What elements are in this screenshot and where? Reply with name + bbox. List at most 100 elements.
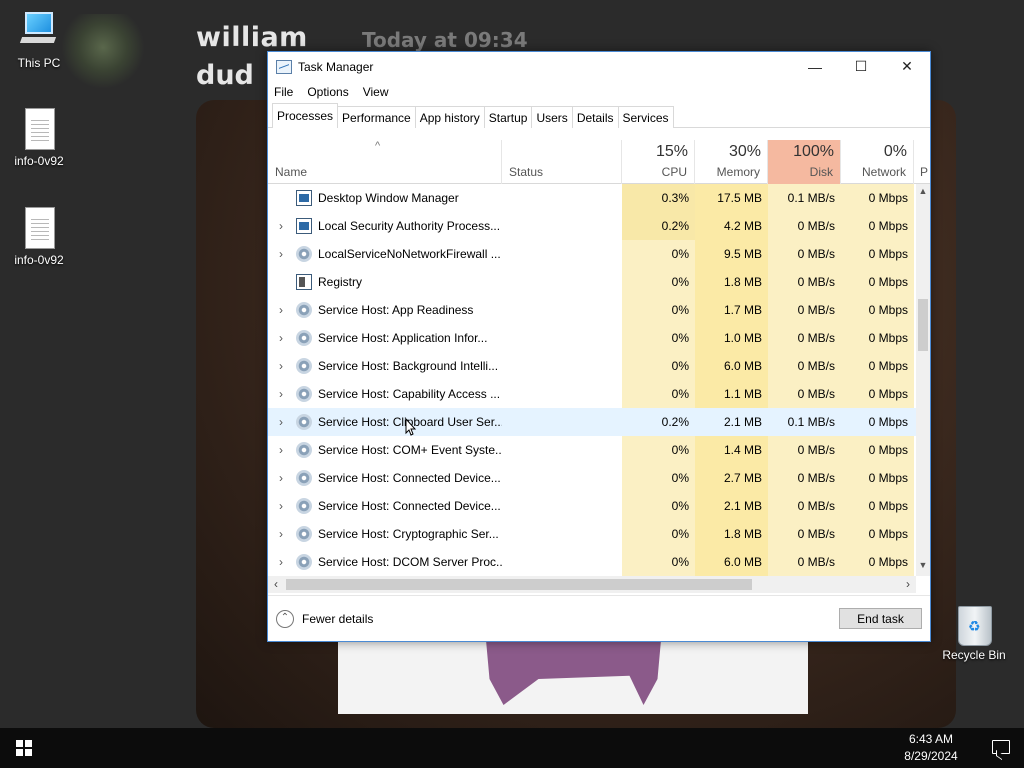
process-network: 0 Mbps: [868, 415, 908, 429]
table-row[interactable]: › Service Host: Cryptographic Ser... 0% 1.8…: [268, 520, 916, 548]
chevron-right-icon[interactable]: ›: [274, 296, 288, 324]
process-network: 0 Mbps: [841, 212, 914, 240]
table-row[interactable]: › Service Host: App Readiness 0% 1.7 MB 0 MB…: [268, 296, 916, 324]
process-memory: 1.4 MB: [695, 436, 768, 464]
menu-view[interactable]: View: [363, 85, 389, 99]
column-header-network[interactable]: 0% Network: [841, 140, 914, 184]
chat-username: william: [196, 22, 308, 53]
desktop-icon-file[interactable]: info-0v92: [2, 108, 76, 168]
scroll-left-icon[interactable]: ‹: [268, 576, 284, 593]
chevron-right-icon[interactable]: ›: [274, 324, 288, 352]
chevron-right-icon[interactable]: ›: [274, 352, 288, 380]
table-row[interactable]: Registry 0% 1.8 MB 0 MB/s 0 Mbps: [268, 268, 916, 296]
process-cpu: 0%: [622, 268, 695, 296]
gear-icon: [296, 470, 312, 486]
window-icon: [296, 190, 312, 206]
process-memory: 2.1 MB: [695, 492, 768, 520]
tab-processes[interactable]: Processes: [272, 103, 339, 128]
process-name: Registry: [318, 275, 363, 289]
column-header-power[interactable]: P: [914, 140, 930, 184]
process-name: Service Host: Connected Device...: [318, 471, 501, 485]
gear-icon: [296, 358, 312, 374]
chevron-right-icon[interactable]: ›: [274, 212, 288, 240]
title-bar[interactable]: Task Manager — ☐ ✕: [268, 52, 930, 81]
system-clock[interactable]: 6:43 AM 8/29/2024: [896, 731, 966, 765]
menu-file[interactable]: File: [274, 85, 293, 99]
column-header-name[interactable]: ^ Name: [268, 140, 502, 184]
tab-performance[interactable]: Performance: [337, 106, 416, 128]
close-button[interactable]: ✕: [884, 52, 930, 81]
process-status: [502, 324, 622, 352]
chevron-right-icon[interactable]: ›: [274, 548, 288, 576]
table-row[interactable]: › Service Host: Connected Device... 0% 2.1 …: [268, 492, 916, 520]
fewer-details-button[interactable]: ⌃ Fewer details: [276, 610, 373, 628]
process-memory: 1.1 MB: [695, 380, 768, 408]
end-task-button[interactable]: End task: [839, 608, 922, 629]
column-header-cpu[interactable]: 15% CPU: [622, 140, 695, 184]
maximize-button[interactable]: ☐: [838, 52, 884, 81]
scroll-thumb[interactable]: [918, 299, 928, 351]
row-spacer: [274, 268, 288, 296]
chevron-right-icon[interactable]: ›: [274, 408, 288, 436]
horizontal-scrollbar[interactable]: ‹ ›: [268, 576, 916, 593]
chevron-right-icon[interactable]: ›: [274, 380, 288, 408]
process-status: [502, 408, 622, 436]
tab-users[interactable]: Users: [531, 106, 573, 128]
column-header-disk[interactable]: 100% Disk: [768, 140, 841, 184]
column-header-memory[interactable]: 30% Memory: [695, 140, 768, 184]
gear-icon: [296, 246, 312, 262]
tab-services[interactable]: Services: [617, 106, 674, 128]
table-row[interactable]: › Service Host: Capability Access ... 0% 1.…: [268, 380, 916, 408]
vertical-scrollbar[interactable]: ▲ ▼: [916, 184, 930, 576]
process-cpu: 0.2%: [622, 212, 695, 240]
process-status: [502, 492, 622, 520]
chevron-right-icon[interactable]: ›: [274, 240, 288, 268]
table-row[interactable]: › Service Host: DCOM Server Proc... 0% 6.0 …: [268, 548, 916, 576]
process-name: Service Host: Capability Access ...: [318, 387, 501, 401]
tab-app-history[interactable]: App history: [414, 106, 485, 128]
process-status: [502, 268, 622, 296]
table-row[interactable]: Desktop Window Manager 0.3% 17.5 MB 0.1 MB/…: [268, 184, 916, 212]
table-row[interactable]: › LocalServiceNoNetworkFirewall ... 0% 9.5 …: [268, 240, 916, 268]
scroll-thumb[interactable]: [286, 579, 752, 590]
scroll-up-icon[interactable]: ▲: [916, 186, 930, 200]
chevron-right-icon[interactable]: ›: [274, 492, 288, 520]
process-network: 0 Mbps: [841, 464, 914, 492]
scroll-right-icon[interactable]: ›: [900, 576, 916, 593]
table-row[interactable]: › Service Host: Clipboard User Ser... 0.2%…: [268, 408, 916, 436]
minimize-button[interactable]: —: [792, 52, 838, 81]
tab-strip: Processes Performance App history Startu…: [268, 103, 930, 128]
table-row[interactable]: › Service Host: COM+ Event Syste... 0% 1.4 …: [268, 436, 916, 464]
table-row[interactable]: › Service Host: Application Infor... 0% 1.0…: [268, 324, 916, 352]
process-memory: 2.1 MB: [723, 415, 762, 429]
process-memory: 1.0 MB: [695, 324, 768, 352]
process-cpu: 0.2%: [661, 415, 689, 429]
process-name: Local Security Authority Process...: [318, 219, 501, 233]
desktop-icon-recycle-bin[interactable]: ♻ Recycle Bin: [937, 602, 1011, 662]
process-name: Service Host: Background Intelli...: [318, 359, 499, 373]
chevron-right-icon[interactable]: ›: [274, 436, 288, 464]
clock-date: 8/29/2024: [904, 749, 958, 763]
notification-icon[interactable]: [992, 740, 1010, 754]
process-name: LocalServiceNoNetworkFirewall ...: [318, 247, 501, 261]
tab-details[interactable]: Details: [571, 106, 619, 128]
menu-options[interactable]: Options: [307, 85, 348, 99]
table-row[interactable]: › Service Host: Connected Device... 0% 2.7 …: [268, 464, 916, 492]
process-disk: 0.1 MB/s: [768, 184, 841, 212]
gear-icon: [296, 442, 312, 458]
chevron-right-icon[interactable]: ›: [274, 520, 288, 548]
process-cpu: 0%: [622, 324, 695, 352]
desktop-icon-this-pc[interactable]: This PC: [2, 10, 76, 70]
scroll-down-icon[interactable]: ▼: [916, 560, 930, 574]
process-cpu: 0%: [622, 436, 695, 464]
table-row[interactable]: › Local Security Authority Process... 0.2%…: [268, 212, 916, 240]
start-button[interactable]: [0, 728, 48, 768]
desktop-icon-file[interactable]: info-0v92: [2, 207, 76, 267]
process-memory: 6.0 MB: [695, 548, 768, 576]
column-header-status[interactable]: Status: [502, 140, 622, 184]
table-row[interactable]: › Service Host: Background Intelli... 0% 6.…: [268, 352, 916, 380]
chevron-right-icon[interactable]: ›: [274, 464, 288, 492]
process-cpu: 0%: [622, 492, 695, 520]
tab-startup[interactable]: Startup: [483, 106, 533, 128]
gear-icon: [296, 498, 312, 514]
